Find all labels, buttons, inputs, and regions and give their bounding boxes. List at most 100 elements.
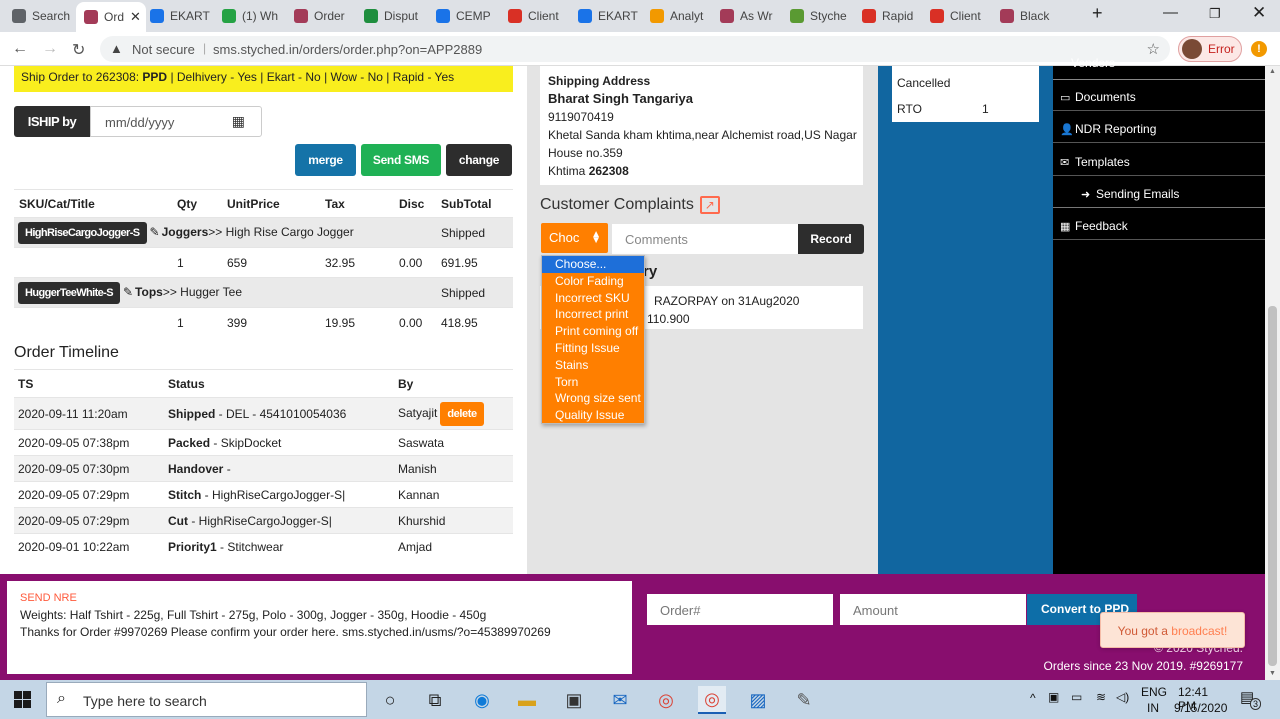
browser-tab[interactable]: Analyt [650, 4, 712, 28]
timeline-by-cell: Khurshid [394, 507, 513, 534]
timeline-detail: - HighRiseCargoJogger-S| [201, 487, 346, 502]
complaint-option[interactable]: Incorrect print [542, 306, 644, 323]
windows-start-icon[interactable] [14, 691, 31, 708]
record-button[interactable]: Record [798, 224, 864, 254]
pencil-icon[interactable]: ✎ [150, 225, 160, 239]
battery-icon[interactable]: ▭ [1071, 690, 1082, 704]
url-text: sms.styched.in/orders/order.php?on=APP28… [213, 42, 483, 57]
browser-tab[interactable]: Search [12, 4, 74, 28]
browser-tab[interactable]: Ord ✕ [76, 2, 146, 32]
sidebar-item-documents[interactable]: ▭ Documents [1053, 83, 1265, 111]
sku-table: SKU/Cat/Title Qty UnitPrice Tax Disc SubTotal… [14, 189, 513, 338]
sku-column-header: UnitPrice [222, 189, 320, 218]
complaint-option[interactable]: Color Fading [542, 273, 644, 290]
sku-item-row: HuggerTeeWhite-S ✎ Tops>> Hugger Tee Shippe… [14, 277, 513, 308]
order-number-input[interactable]: Order# [647, 594, 833, 625]
complaint-option[interactable]: Torn [542, 374, 644, 391]
delete-button[interactable]: delete [440, 401, 484, 426]
back-icon[interactable]: ← [12, 40, 28, 58]
scroll-down-icon[interactable]: ▼ [1269, 670, 1276, 677]
browser-tab[interactable]: EKART [150, 4, 212, 28]
forward-icon[interactable]: → [42, 40, 58, 58]
restore-icon[interactable]: ❐ [1209, 6, 1221, 22]
tray-chevron-icon[interactable]: ^ [1030, 691, 1036, 705]
complaint-option[interactable]: Choose... [542, 256, 644, 273]
scrollbar-thumb[interactable] [1268, 306, 1277, 666]
paint-icon[interactable]: ✎ [790, 686, 818, 714]
sms-box[interactable]: SEND NRE Weights: Half Tshirt - 225g, Fu… [7, 581, 632, 674]
page-scrollbar[interactable]: ▲ ▼ [1265, 66, 1280, 680]
complaint-option[interactable]: Quality Issue [542, 407, 644, 424]
language-label[interactable]: ENG [1141, 685, 1167, 699]
amount-input[interactable]: Amount [840, 594, 1026, 625]
volume-icon[interactable]: ◁) [1116, 690, 1129, 704]
browser-tab[interactable]: As Wr [720, 4, 782, 28]
ship-date-input[interactable]: mm/dd/yyyy ▦ [90, 106, 262, 137]
comments-input[interactable]: Comments [612, 224, 798, 254]
taskbar-search-input[interactable]: ⌕ Type here to search [46, 682, 367, 717]
sidebar-item-templates[interactable]: ✉ Templates [1053, 148, 1265, 176]
send-sms-button[interactable]: Send SMS [361, 144, 441, 176]
complaint-option[interactable]: Fitting Issue [542, 340, 644, 357]
complaint-option[interactable]: Incorrect SKU [542, 290, 644, 307]
sku-price-row: 1 399 19.95 0.00 418.95 [14, 307, 513, 338]
menu-alert-icon[interactable]: ! [1251, 41, 1267, 57]
photos-icon[interactable]: ▨ [744, 686, 772, 714]
pencil-icon[interactable]: ✎ [123, 285, 133, 299]
store-icon[interactable]: ▣ [560, 686, 588, 714]
wifi-icon[interactable]: ≋ [1096, 690, 1106, 704]
new-tab-button[interactable]: + [1092, 3, 1103, 24]
sku-badge[interactable]: HighRiseCargoJogger-S [18, 221, 147, 244]
sidebar-item-sending-emails[interactable]: ➜ Sending Emails [1053, 180, 1265, 208]
browser-tab[interactable]: Client [930, 4, 992, 28]
close-tab-icon[interactable]: ✕ [130, 9, 141, 25]
complaint-option[interactable]: Print coming off [542, 323, 644, 340]
tab-title: Disput [384, 9, 419, 23]
scroll-up-icon[interactable]: ▲ [1269, 68, 1276, 75]
broadcast-link[interactable]: broadcast! [1171, 624, 1227, 638]
sku-badge[interactable]: HuggerTeeWhite-S [18, 281, 120, 304]
external-link-icon[interactable]: ↗ [699, 196, 720, 214]
url-field[interactable]: ▲ Not secure | sms.styched.in/orders/ord… [100, 36, 1170, 62]
browser-tab[interactable]: (1) Wh [222, 4, 284, 28]
task-view-icon[interactable]: ⧉ [421, 686, 449, 714]
broadcast-toast[interactable]: You got a broadcast! [1100, 612, 1245, 648]
timeline-detail: - HighRiseCargoJogger-S| [188, 513, 332, 528]
sidebar-item-feedback[interactable]: ▦ Feedback [1053, 212, 1265, 240]
close-window-icon[interactable]: ✕ [1252, 3, 1266, 23]
complaint-type-select[interactable]: Choc ▲ ▼ [541, 223, 608, 253]
sku-subtotal: 418.95 [436, 307, 513, 338]
browser-tab[interactable]: Black [1000, 4, 1062, 28]
mail-app-icon[interactable]: ✉ [606, 686, 634, 714]
sidebar-item-ndr-reporting[interactable]: 👤NDR Reporting [1053, 115, 1265, 143]
status-count-row: Cancelled [897, 74, 1037, 92]
complaint-option[interactable]: Wrong size sent [542, 390, 644, 407]
browser-tab[interactable]: CEMP [436, 4, 498, 28]
merge-button[interactable]: merge [295, 144, 356, 176]
reload-icon[interactable]: ↻ [72, 40, 85, 60]
calendar-icon[interactable]: ▦ [232, 113, 245, 130]
chrome-icon[interactable]: ◎ [652, 686, 680, 714]
file-explorer-icon[interactable]: ▬ [513, 686, 541, 714]
browser-tab[interactable]: Client [508, 4, 570, 28]
browser-tab[interactable]: Rapid [862, 4, 924, 28]
browser-tab[interactable]: Styche [790, 4, 852, 28]
complaint-option[interactable]: Stains [542, 357, 644, 374]
tab-favicon-icon [12, 9, 26, 23]
minimize-icon[interactable]: — [1163, 4, 1178, 21]
browser-tab[interactable]: Disput [364, 4, 426, 28]
change-button[interactable]: change [446, 144, 512, 176]
chrome-active-icon[interactable]: ◎ [698, 686, 726, 714]
browser-tab[interactable]: EKART [578, 4, 640, 28]
timeline-by-cell: Kannan [394, 481, 513, 508]
send-nre-label[interactable]: SEND NRE [20, 590, 619, 607]
sku-status: Shipped [436, 217, 513, 248]
cortana-icon[interactable]: ○ [376, 686, 404, 714]
status-count-row: RTO 1 [897, 100, 1037, 118]
browser-tab-bar: Search Ord ✕ EKART (1) Wh Order Disput CEMP Clie… [0, 0, 1280, 32]
ship-by-button[interactable]: ISHIP by [14, 106, 90, 137]
edge-icon[interactable]: ◉ [468, 686, 496, 714]
browser-tab[interactable]: Order [294, 4, 356, 28]
sidebar-item-vendors[interactable]: Vendors [1053, 56, 1265, 80]
tray-app-icon[interactable]: ▣ [1048, 690, 1059, 704]
